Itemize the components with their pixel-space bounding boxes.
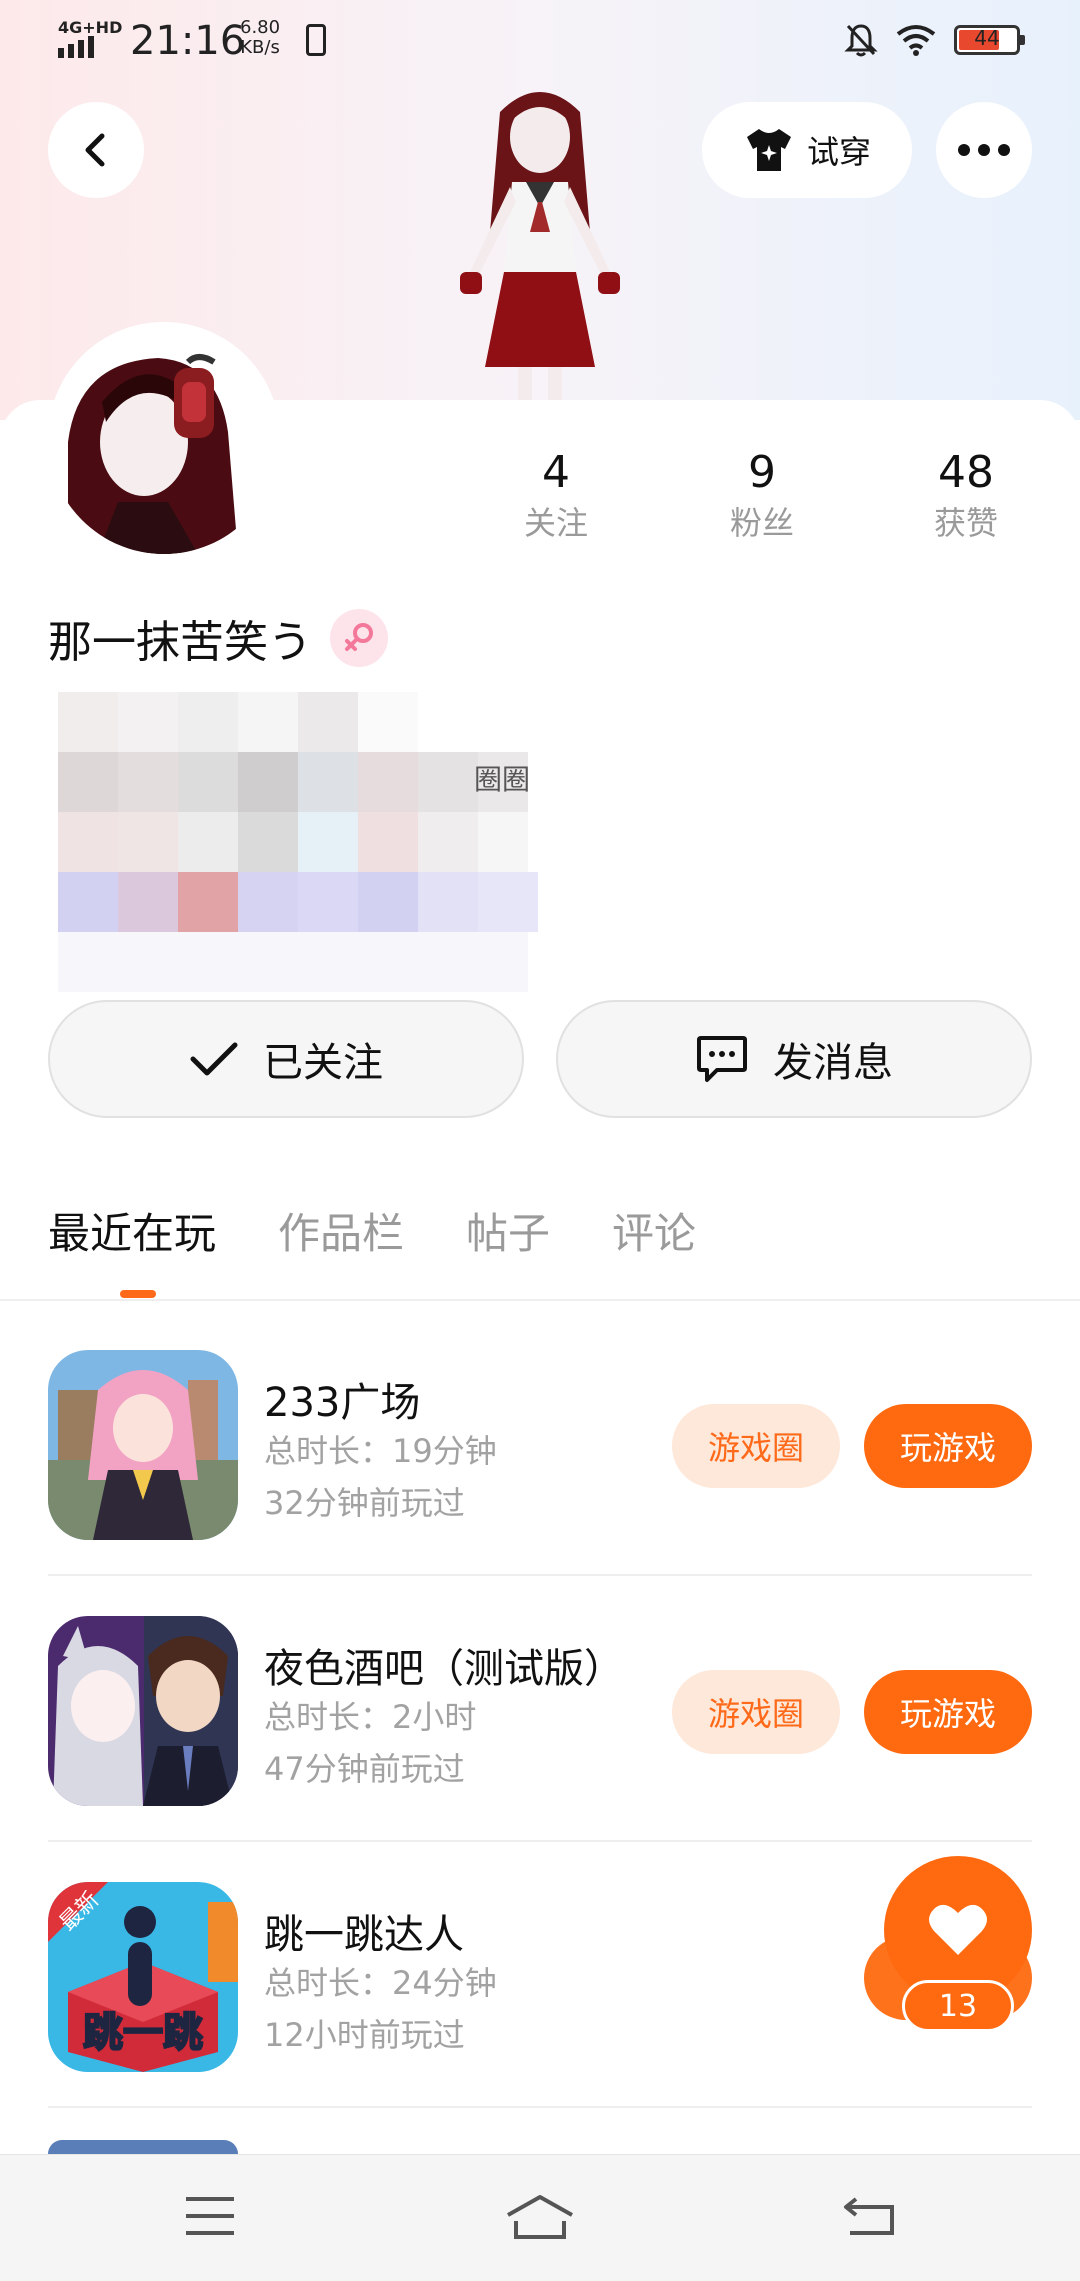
battery-icon: 44 — [954, 25, 1025, 55]
tabs-divider — [0, 1299, 1080, 1301]
play-game-button[interactable]: 玩游戏 — [864, 1404, 1032, 1488]
signal-icon — [58, 36, 98, 58]
game-icon-night-bar[interactable] — [48, 1616, 238, 1806]
back-arrow-icon — [85, 133, 105, 167]
game-name: 跳一跳达人 — [264, 1912, 464, 1958]
game-duration: 总时长：19分钟 — [264, 1432, 497, 1470]
game-list-item[interactable]: 最新 跳一跳 跳一跳达人 总时长：24分钟 12小时前玩过 — [48, 1842, 1032, 2108]
game-last-played: 47分钟前玩过 — [264, 1750, 465, 1788]
mute-bell-icon — [844, 24, 878, 57]
game-icon-jump-master[interactable]: 最新 跳一跳 — [48, 1882, 238, 2072]
home-icon[interactable] — [504, 2193, 576, 2243]
following-button-label: 已关注 — [263, 1040, 383, 1086]
game-last-played: 32分钟前玩过 — [264, 1484, 465, 1522]
likes-stat: 48 获赞 — [866, 446, 1066, 546]
shirt-icon — [746, 129, 791, 171]
avatar[interactable] — [48, 322, 280, 554]
wifi-icon — [896, 25, 936, 56]
tab-works[interactable]: 作品栏 — [278, 1200, 404, 1261]
game-circle-button[interactable]: 游戏圈 — [672, 1404, 840, 1488]
following-button[interactable]: 已关注 — [48, 1000, 524, 1118]
try-on-button[interactable]: 试穿 — [702, 102, 912, 198]
tab-comments[interactable]: 评论 — [612, 1200, 696, 1261]
play-game-button[interactable]: 玩游戏 — [864, 1670, 1032, 1754]
network-type: 4G+HD — [58, 18, 123, 37]
battery-level: 44 — [974, 26, 1000, 50]
avatar-character-figure[interactable] — [430, 82, 650, 402]
game-last-played: 12小时前玩过 — [264, 2016, 465, 2054]
try-on-label: 试穿 — [806, 133, 871, 171]
following-stat[interactable]: 4 关注 — [456, 446, 656, 546]
game-icon-233-plaza[interactable] — [48, 1350, 238, 1540]
network-speed: 6.80 KB/s — [240, 18, 280, 58]
game-icon-title: 跳一跳 — [82, 2009, 204, 2057]
blurred-bio-mosaic — [0, 692, 560, 992]
bio-partial-text: 圈圈 — [474, 763, 531, 796]
sim-icon — [306, 24, 326, 56]
followers-label: 粉丝 — [729, 504, 794, 542]
checkmark-icon — [190, 1042, 238, 1076]
game-list-item[interactable]: 夜色酒吧（测试版） 总时长：2小时 47分钟前玩过 游戏圈 玩游戏 — [48, 1576, 1032, 1842]
followers-count: 9 — [748, 447, 776, 498]
following-count: 4 — [542, 447, 570, 498]
game-circle-button[interactable]: 游戏圈 — [672, 1670, 840, 1754]
chat-bubble-icon — [697, 1036, 747, 1082]
system-navigation-bar — [0, 2154, 1080, 2281]
status-bar: 4G+HD 21:16 6.80 KB/s 44 — [0, 0, 1080, 80]
menu-icon[interactable] — [182, 2193, 238, 2239]
clock: 21:16 — [130, 18, 246, 64]
network-speed-value: 6.80 — [240, 17, 281, 38]
game-duration: 总时长：2小时 — [264, 1698, 477, 1736]
female-gender-icon — [330, 609, 388, 667]
more-options-button[interactable] — [936, 102, 1032, 198]
profile-tabs: 最近在玩 作品栏 帖子 评论 — [48, 1200, 696, 1261]
following-label: 关注 — [523, 504, 588, 542]
send-message-button[interactable]: 发消息 — [556, 1000, 1032, 1118]
likes-label: 获赞 — [933, 504, 998, 542]
back-nav-icon[interactable] — [842, 2193, 896, 2239]
likes-count: 48 — [938, 447, 994, 498]
game-name: 夜色酒吧（测试版） — [264, 1646, 624, 1692]
send-message-label: 发消息 — [773, 1040, 893, 1086]
game-name: 233广场 — [264, 1380, 421, 1426]
heart-icon — [929, 1904, 987, 1955]
nickname: 那一抹苦笑う — [48, 617, 312, 668]
followers-stat[interactable]: 9 粉丝 — [662, 446, 862, 546]
tab-recently-played[interactable]: 最近在玩 — [48, 1200, 216, 1261]
nickname-row: 那一抹苦笑う — [48, 606, 388, 670]
game-duration: 总时长：24分钟 — [264, 1964, 497, 2002]
game-list-item[interactable]: 233广场 总时长：19分钟 32分钟前玩过 游戏圈 玩游戏 — [48, 1310, 1032, 1576]
active-tab-indicator — [120, 1290, 156, 1298]
back-button[interactable] — [48, 102, 144, 198]
row-divider — [48, 2106, 1032, 2108]
network-speed-unit: KB/s — [240, 37, 280, 58]
more-dots-icon — [958, 144, 1010, 156]
avatar-image — [48, 322, 280, 554]
game-list-item-partial — [48, 2140, 238, 2154]
like-count-badge: 13 — [902, 1980, 1014, 2032]
tab-posts[interactable]: 帖子 — [466, 1200, 550, 1261]
